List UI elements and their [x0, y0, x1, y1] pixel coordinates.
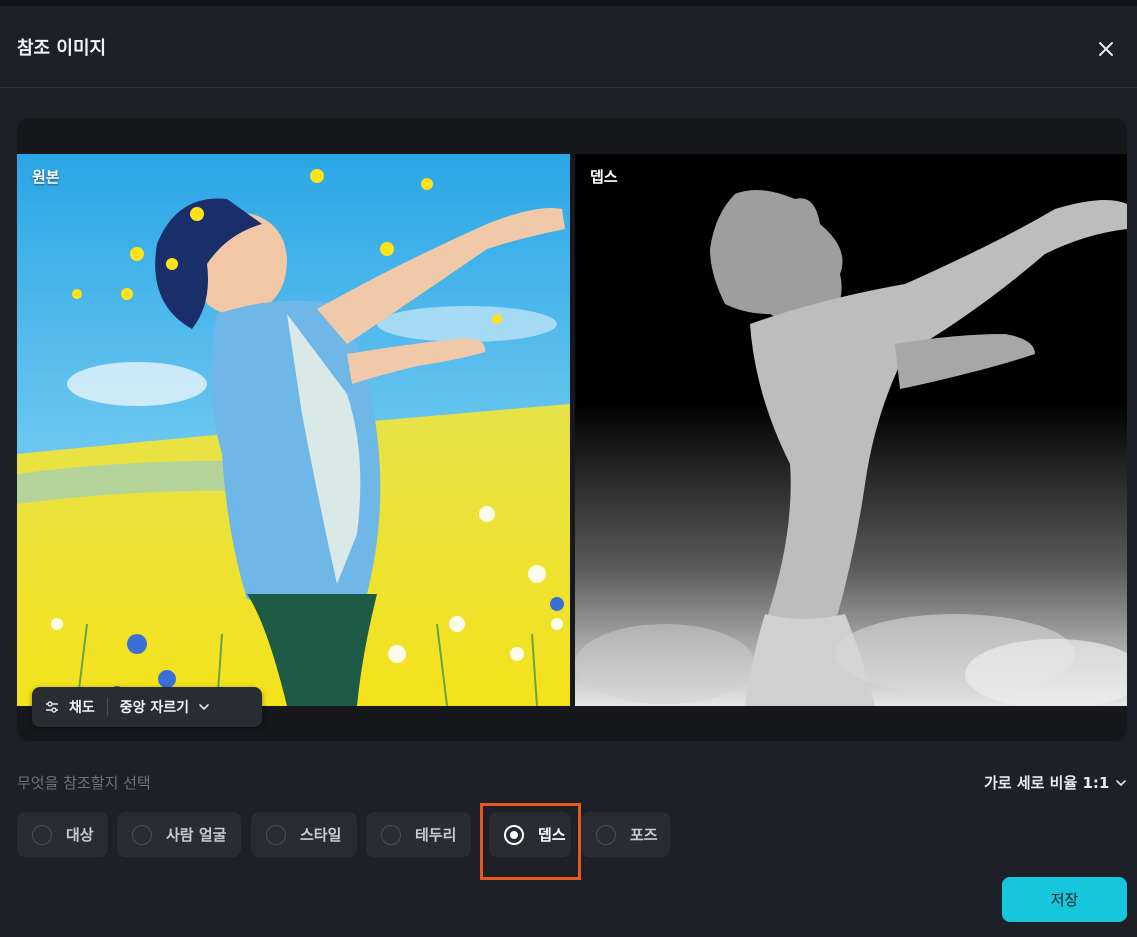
- save-button[interactable]: 저장: [1002, 877, 1127, 922]
- reference-image-dialog: 참조 이미지 원본 뎁스 채도 중앙 자르기 무엇을 참조할지 선택 가로 세로…: [0, 6, 1137, 937]
- option-label: 사람 얼굴: [166, 826, 227, 844]
- crop-mode-label: 중앙 자르기: [119, 700, 190, 716]
- sliders-icon: [46, 701, 58, 713]
- chevron-down-icon: [199, 704, 209, 711]
- radio-selected-icon: [504, 824, 524, 845]
- aspect-ratio-label: 가로 세로 비율 1:1: [984, 774, 1110, 792]
- dialog-title: 참조 이미지: [17, 38, 107, 59]
- chevron-down-icon: [1116, 779, 1127, 786]
- radio-icon: [132, 824, 152, 845]
- saturation-button[interactable]: 채도: [32, 687, 107, 727]
- option-label: 테두리: [415, 826, 457, 844]
- depth-map-panel: 뎁스: [575, 154, 1127, 706]
- close-icon: [1099, 42, 1113, 56]
- radio-icon: [266, 824, 286, 845]
- option-label: 포즈: [630, 826, 658, 844]
- radio-icon: [596, 824, 616, 845]
- option-edge[interactable]: 테두리: [366, 812, 471, 857]
- option-style[interactable]: 스타일: [251, 812, 357, 857]
- option-face[interactable]: 사람 얼굴: [117, 812, 241, 857]
- close-button[interactable]: [1091, 34, 1121, 64]
- option-pose[interactable]: 포즈: [581, 812, 670, 857]
- option-subject[interactable]: 대상: [17, 812, 108, 857]
- crop-mode-dropdown[interactable]: 중앙 자르기: [108, 687, 223, 727]
- option-depth[interactable]: 뎁스: [489, 812, 571, 857]
- saturation-label: 채도: [69, 700, 95, 716]
- radio-icon: [32, 824, 52, 845]
- option-label: 뎁스: [538, 826, 566, 844]
- option-label: 스타일: [300, 826, 342, 844]
- image-preview-area: 원본 뎁스 채도 중앙 자르기: [17, 118, 1127, 741]
- option-label: 대상: [66, 826, 94, 844]
- original-image-panel: 원본: [17, 154, 570, 706]
- reference-select-label: 무엇을 참조할지 선택: [17, 774, 151, 792]
- original-label: 원본: [32, 168, 60, 186]
- depth-label: 뎁스: [590, 168, 618, 186]
- image-toolbar: 채도 중앙 자르기: [32, 687, 262, 727]
- radio-icon: [381, 824, 401, 845]
- aspect-ratio-dropdown[interactable]: 가로 세로 비율 1:1: [984, 772, 1128, 793]
- depth-map-image: [575, 154, 1127, 706]
- original-image: [17, 154, 570, 706]
- dialog-header: 참조 이미지: [0, 6, 1137, 88]
